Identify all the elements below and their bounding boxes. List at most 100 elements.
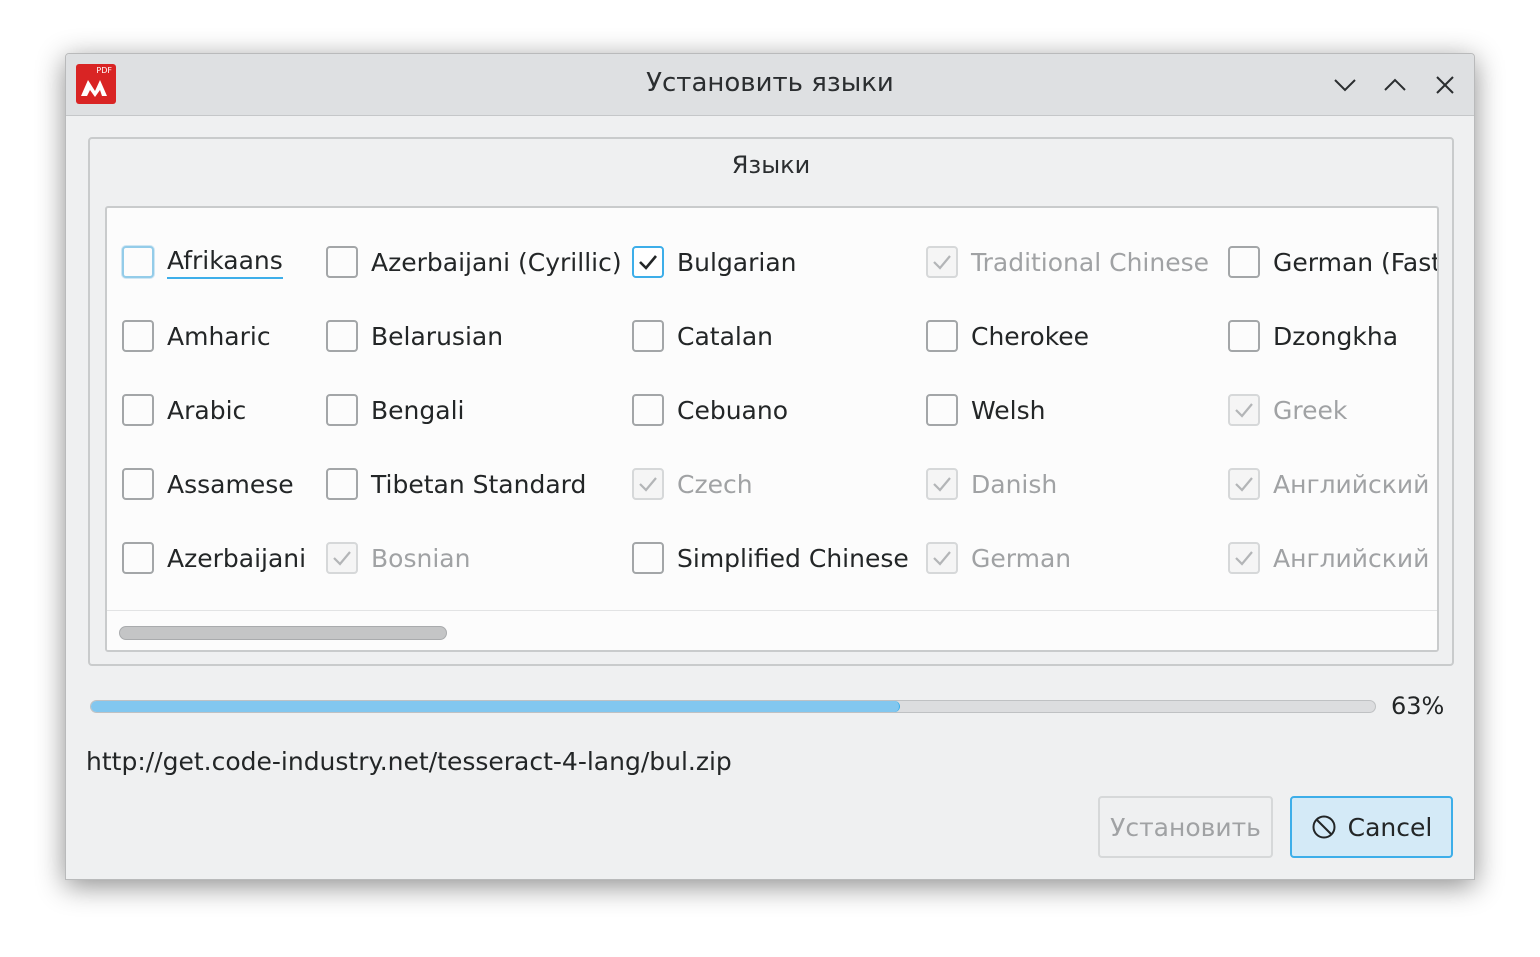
language-label: Greek	[1273, 395, 1348, 425]
language-checkbox-item[interactable]: German (Fast	[1228, 242, 1439, 282]
checkbox[interactable]	[326, 320, 358, 352]
horizontal-scrollbar[interactable]	[107, 610, 1437, 650]
group-title: Языки	[731, 151, 811, 179]
language-label: Welsh	[971, 395, 1046, 425]
checkbox	[926, 246, 958, 278]
language-checkbox-item[interactable]: Azerbaijani (Cyrillic)	[326, 242, 622, 282]
language-checkbox-item: Danish	[926, 464, 1057, 504]
chevron-up-icon	[1384, 78, 1406, 91]
checkbox[interactable]	[632, 394, 664, 426]
language-label: Catalan	[677, 321, 774, 351]
checkbox[interactable]	[326, 468, 358, 500]
language-checkbox-item[interactable]: Dzongkha	[1228, 316, 1398, 356]
language-checkbox-item: Traditional Chinese	[926, 242, 1209, 282]
language-label: Simplified Chinese	[677, 543, 909, 573]
checkbox	[632, 468, 664, 500]
checkbox[interactable]	[122, 468, 154, 500]
language-checkbox-item[interactable]: Arabic	[122, 390, 246, 430]
checkbox	[926, 468, 958, 500]
progress-fill	[91, 701, 900, 712]
language-label: Bosnian	[371, 543, 471, 573]
download-progress-bar	[90, 700, 1376, 713]
language-label: Dzongkha	[1273, 321, 1399, 351]
languages-scroll-area[interactable]: Afrikaans Amharic Arabic Assamese Azerbaijan…	[105, 206, 1439, 652]
language-checkbox-item[interactable]: Cherokee	[926, 316, 1089, 356]
checkbox[interactable]	[1228, 320, 1260, 352]
checkmark-icon	[1235, 477, 1253, 492]
checkmark-icon	[1235, 551, 1253, 566]
checkbox[interactable]	[122, 320, 154, 352]
language-label: Belarusian	[371, 321, 504, 351]
language-label: Danish	[971, 469, 1058, 499]
install-button[interactable]: Установить	[1098, 796, 1273, 858]
checkbox	[1228, 468, 1260, 500]
maximize-button[interactable]	[1378, 68, 1412, 102]
close-button[interactable]	[1428, 68, 1462, 102]
languages-group: Языки Afrikaans Amharic Arabic Assamese Azer…	[88, 137, 1454, 666]
language-label: Английский (	[1273, 543, 1439, 573]
language-checkbox-item[interactable]: Simplified Chinese	[632, 538, 909, 578]
language-label: Cherokee	[971, 321, 1090, 351]
language-label: Assamese	[167, 469, 294, 499]
language-checkbox-item[interactable]: Bulgarian	[632, 242, 797, 282]
language-label: Amharic	[167, 321, 271, 351]
language-checkbox-item[interactable]: Tibetan Standard	[326, 464, 586, 504]
language-checkbox-item[interactable]: Assamese	[122, 464, 294, 504]
checkbox[interactable]	[1228, 246, 1260, 278]
checkbox[interactable]	[122, 542, 154, 574]
checkbox[interactable]	[122, 246, 154, 278]
languages-grid: Afrikaans Amharic Arabic Assamese Azerbaijan…	[107, 208, 1439, 608]
minimize-button[interactable]	[1328, 68, 1362, 102]
language-label: Bulgarian	[677, 247, 797, 277]
checkbox[interactable]	[326, 246, 358, 278]
language-checkbox-item: Английский	[1228, 464, 1429, 504]
language-checkbox-item[interactable]: Catalan	[632, 316, 773, 356]
language-checkbox-item[interactable]: Belarusian	[326, 316, 503, 356]
language-checkbox-item[interactable]: Amharic	[122, 316, 271, 356]
cancel-button[interactable]: Cancel	[1290, 796, 1453, 858]
language-checkbox-item[interactable]: Afrikaans	[122, 242, 283, 282]
checkmark-icon	[1235, 403, 1253, 418]
checkbox[interactable]	[926, 394, 958, 426]
language-label: Azerbaijani	[167, 543, 307, 573]
checkbox[interactable]	[632, 246, 664, 278]
language-label: Czech	[677, 469, 753, 499]
checkbox[interactable]	[926, 320, 958, 352]
language-label: Traditional Chinese	[971, 247, 1209, 277]
cancel-icon	[1312, 815, 1336, 839]
checkmark-icon	[639, 255, 657, 270]
checkmark-icon	[933, 477, 951, 492]
language-checkbox-item[interactable]: Azerbaijani	[122, 538, 306, 578]
install-button-label: Установить	[1110, 812, 1261, 842]
language-label: Cebuano	[677, 395, 789, 425]
language-label: Английский	[1273, 469, 1430, 499]
language-checkbox-item: Greek	[1228, 390, 1347, 430]
checkbox	[1228, 394, 1260, 426]
scrollbar-thumb[interactable]	[119, 626, 447, 640]
checkbox	[326, 542, 358, 574]
install-languages-dialog: PDF Установить языки Языки Afrikaans Amha…	[65, 53, 1475, 880]
language-label: Afrikaans	[167, 246, 283, 279]
checkbox[interactable]	[632, 542, 664, 574]
checkbox[interactable]	[632, 320, 664, 352]
checkbox[interactable]	[326, 394, 358, 426]
checkmark-icon	[933, 255, 951, 270]
language-checkbox-item: German	[926, 538, 1071, 578]
checkbox	[1228, 542, 1260, 574]
checkmark-icon	[333, 551, 351, 566]
language-label: Bengali	[371, 395, 465, 425]
checkbox[interactable]	[122, 394, 154, 426]
chevron-down-icon	[1334, 79, 1356, 92]
progress-percent: 63%	[1391, 692, 1445, 720]
checkmark-icon	[639, 477, 657, 492]
language-checkbox-item[interactable]: Cebuano	[632, 390, 788, 430]
window-title: Установить языки	[646, 68, 894, 98]
checkmark-icon	[933, 551, 951, 566]
title-bar[interactable]: PDF Установить языки	[66, 54, 1474, 116]
language-checkbox-item[interactable]: Bengali	[326, 390, 464, 430]
language-checkbox-item[interactable]: Welsh	[926, 390, 1045, 430]
language-checkbox-item: Английский (	[1228, 538, 1439, 578]
language-label: Azerbaijani (Cyrillic)	[371, 247, 622, 277]
language-label: German	[971, 543, 1072, 573]
language-label: German (Fast	[1273, 247, 1439, 277]
